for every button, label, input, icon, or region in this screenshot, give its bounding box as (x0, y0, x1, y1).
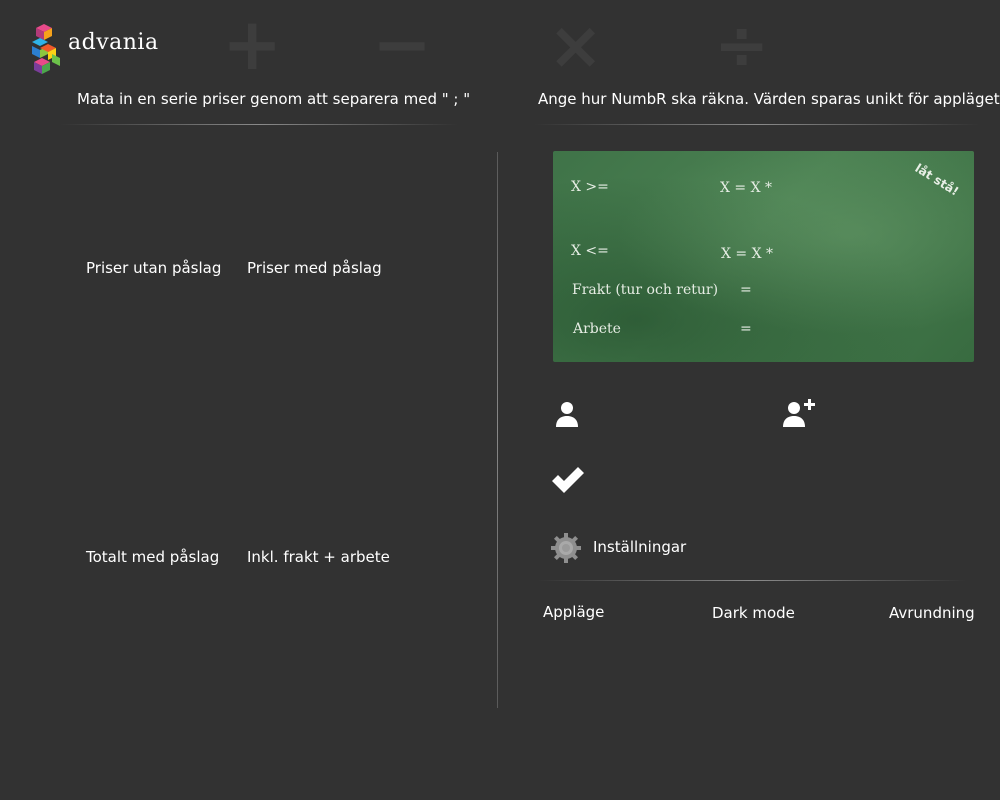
prices-without-markup-label: Priser utan påslag (86, 259, 222, 277)
work-label: Arbete (573, 321, 621, 337)
minus-operator: − (372, 2, 433, 86)
add-user-icon[interactable] (782, 398, 818, 428)
logo-text: advania (68, 30, 159, 55)
rules-chalkboard: X >= X = X * X <= X = X * Frakt (tur och… (553, 151, 974, 362)
incl-freight-work-label: Inkl. frakt + arbete (247, 548, 390, 566)
prices-with-markup-label: Priser med påslag (247, 259, 382, 277)
vertical-divider (497, 152, 498, 708)
gear-icon[interactable] (550, 532, 582, 564)
freight-label: Frakt (tur och retur) (572, 282, 719, 298)
plus-operator: + (222, 2, 283, 86)
work-equals: = (740, 321, 752, 337)
total-with-markup-label: Totalt med påslag (86, 548, 220, 566)
user-icon[interactable] (555, 400, 579, 428)
freight-equals: = (740, 282, 752, 298)
row1-condition: X >= (571, 179, 609, 195)
row2-formula: X = X * (721, 246, 774, 262)
tab-dark-mode[interactable]: Dark mode (712, 604, 795, 622)
tab-applage[interactable]: Appläge (543, 603, 604, 621)
left-divider (60, 124, 458, 125)
left-instruction: Mata in en serie priser genom att separe… (77, 90, 471, 108)
divide-operator: ÷ (714, 7, 770, 84)
settings-label[interactable]: Inställningar (593, 538, 686, 556)
advania-logo (32, 24, 60, 74)
settings-divider (538, 580, 966, 581)
tab-avrundning[interactable]: Avrundning (889, 604, 975, 622)
leave-note: låt stå! (912, 161, 962, 199)
multiply-operator: × (548, 7, 604, 84)
right-divider (534, 124, 980, 125)
row2-condition: X <= (571, 243, 609, 259)
right-instruction: Ange hur NumbR ska räkna. Värden sparas … (538, 90, 1000, 108)
row1-formula: X = X * (720, 180, 773, 196)
check-icon[interactable] (550, 465, 586, 495)
